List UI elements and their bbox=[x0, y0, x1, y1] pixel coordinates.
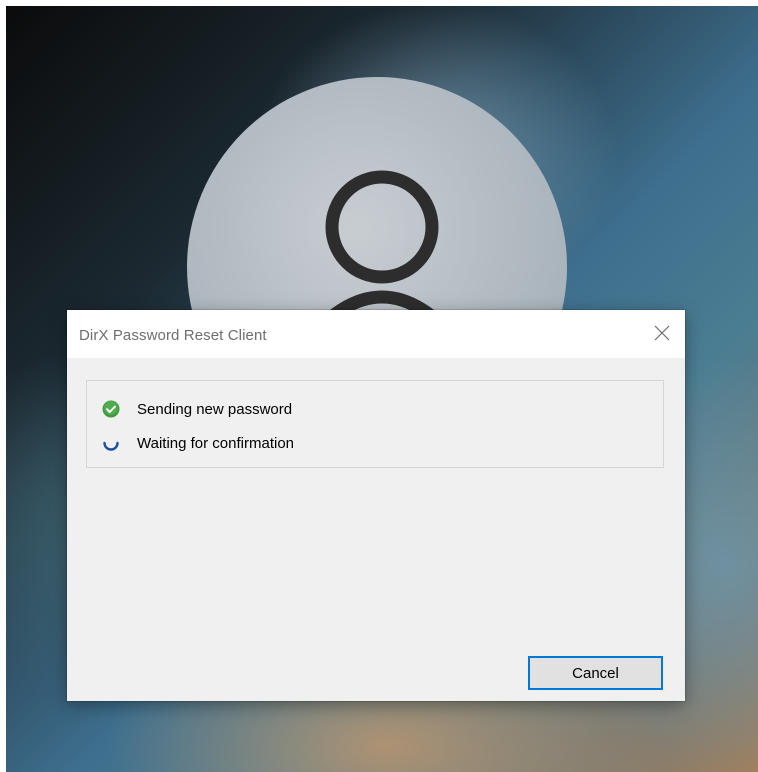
status-group-box: Sending new password Waiting for confirm… bbox=[86, 380, 664, 468]
dialog-titlebar: DirX Password Reset Client bbox=[67, 310, 685, 358]
lock-screen-background: DirX Password Reset Client Sending new p… bbox=[6, 6, 758, 772]
cancel-button[interactable]: Cancel bbox=[528, 656, 663, 690]
status-step-waiting: Waiting for confirmation bbox=[102, 433, 294, 453]
close-icon bbox=[654, 325, 670, 341]
status-step-label: Waiting for confirmation bbox=[137, 434, 295, 452]
close-button[interactable] bbox=[637, 310, 685, 358]
password-reset-dialog: DirX Password Reset Client Sending new p… bbox=[67, 310, 685, 701]
status-step-sending: Sending new password bbox=[102, 399, 292, 419]
status-step-label: Sending new password bbox=[137, 400, 293, 418]
spinner-icon bbox=[102, 434, 120, 452]
dialog-title: DirX Password Reset Client bbox=[79, 327, 267, 344]
check-circle-icon bbox=[102, 400, 120, 418]
